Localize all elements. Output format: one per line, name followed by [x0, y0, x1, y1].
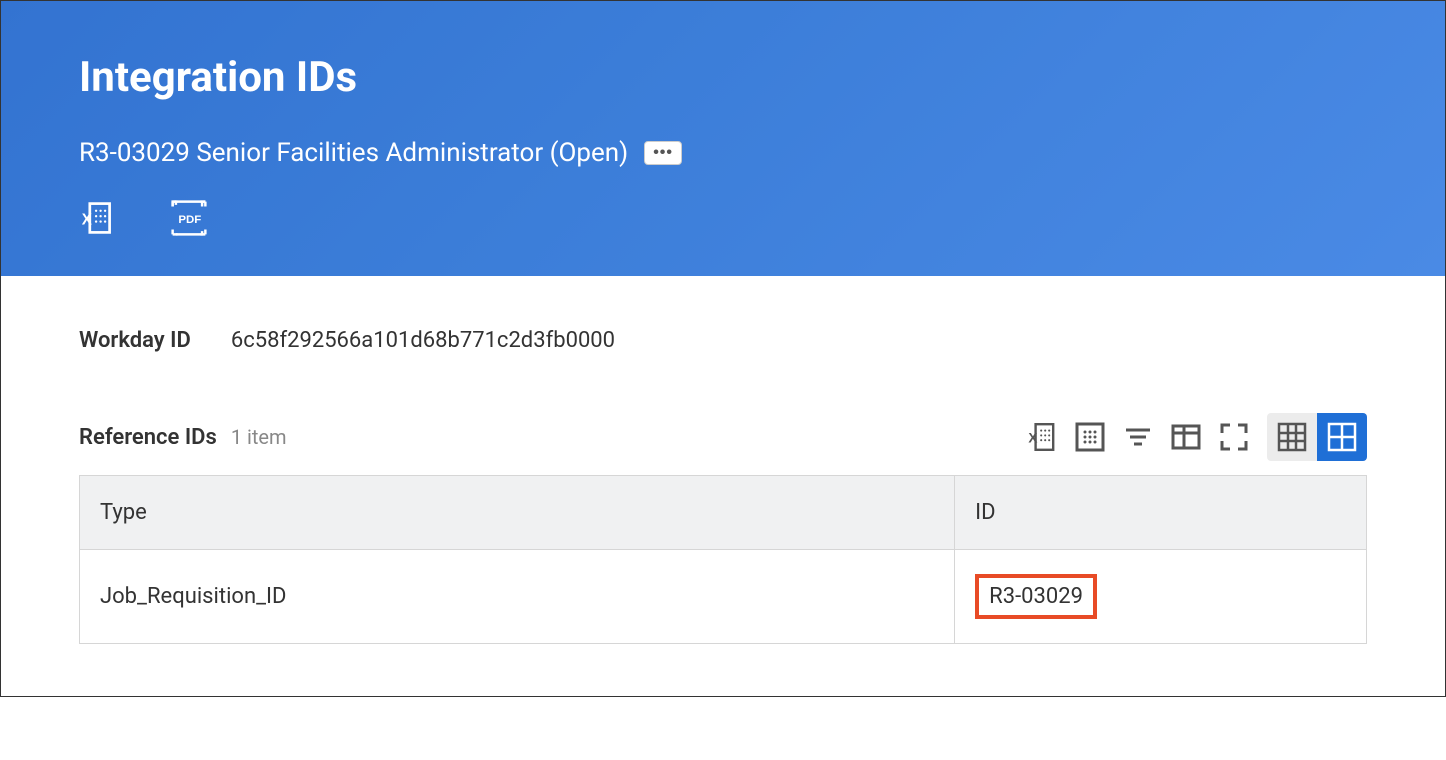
export-excel-button[interactable]: X: [79, 200, 115, 236]
record-title: R3-03029 Senior Facilities Administrator…: [79, 138, 628, 168]
pdf-icon: PDF: [171, 196, 207, 240]
worksheet-button[interactable]: [1071, 418, 1109, 456]
svg-text:PDF: PDF: [178, 214, 201, 226]
reference-ids-title: Reference IDs: [79, 425, 217, 450]
excel-icon: X: [79, 198, 115, 238]
table-header-type[interactable]: Type: [80, 476, 955, 550]
excel-icon: X: [1026, 421, 1058, 453]
grid-view-expanded-button[interactable]: [1317, 413, 1367, 461]
table-header-id[interactable]: ID: [955, 476, 1367, 550]
workday-id-field: Workday ID 6c58f292566a101d68b771c2d3fb0…: [79, 328, 1367, 353]
grid-compact-icon: [1277, 422, 1307, 452]
workday-id-label: Workday ID: [79, 328, 191, 353]
table-cell-id: R3-03029: [955, 550, 1367, 644]
reference-ids-header: Reference IDs 1 item: [79, 413, 1367, 461]
filter-icon: [1123, 422, 1153, 452]
grid-expanded-icon: [1327, 422, 1357, 452]
table-row: Job_Requisition_ID R3-03029: [80, 550, 1367, 644]
content-area: Workday ID 6c58f292566a101d68b771c2d3fb0…: [1, 276, 1445, 696]
workday-id-value: 6c58f292566a101d68b771c2d3fb0000: [231, 328, 615, 353]
reference-ids-table: Type ID Job_Requisition_ID R3-03029: [79, 475, 1367, 644]
grid-view-compact-button[interactable]: [1267, 413, 1317, 461]
fullscreen-icon: [1220, 423, 1248, 451]
export-pdf-button[interactable]: PDF: [171, 200, 207, 236]
svg-text:X: X: [82, 211, 93, 228]
header-banner: Integration IDs R3-03029 Senior Faciliti…: [1, 1, 1445, 276]
columns-button[interactable]: [1167, 418, 1205, 456]
table-toolbar: X: [1023, 413, 1367, 461]
worksheet-icon: [1075, 422, 1105, 452]
filter-button[interactable]: [1119, 418, 1157, 456]
highlighted-id-value: R3-03029: [975, 574, 1097, 619]
reference-ids-count: 1 item: [231, 425, 287, 449]
svg-text:X: X: [1028, 431, 1037, 446]
more-actions-button[interactable]: •••: [644, 141, 682, 165]
page-title: Integration IDs: [79, 53, 1367, 102]
ellipsis-icon: •••: [653, 145, 673, 161]
subtitle-row: R3-03029 Senior Facilities Administrator…: [79, 138, 1367, 168]
export-row: X PDF: [79, 200, 1367, 236]
columns-icon: [1171, 422, 1201, 452]
export-table-excel-button[interactable]: X: [1023, 418, 1061, 456]
fullscreen-button[interactable]: [1215, 418, 1253, 456]
table-cell-type: Job_Requisition_ID: [80, 550, 955, 644]
